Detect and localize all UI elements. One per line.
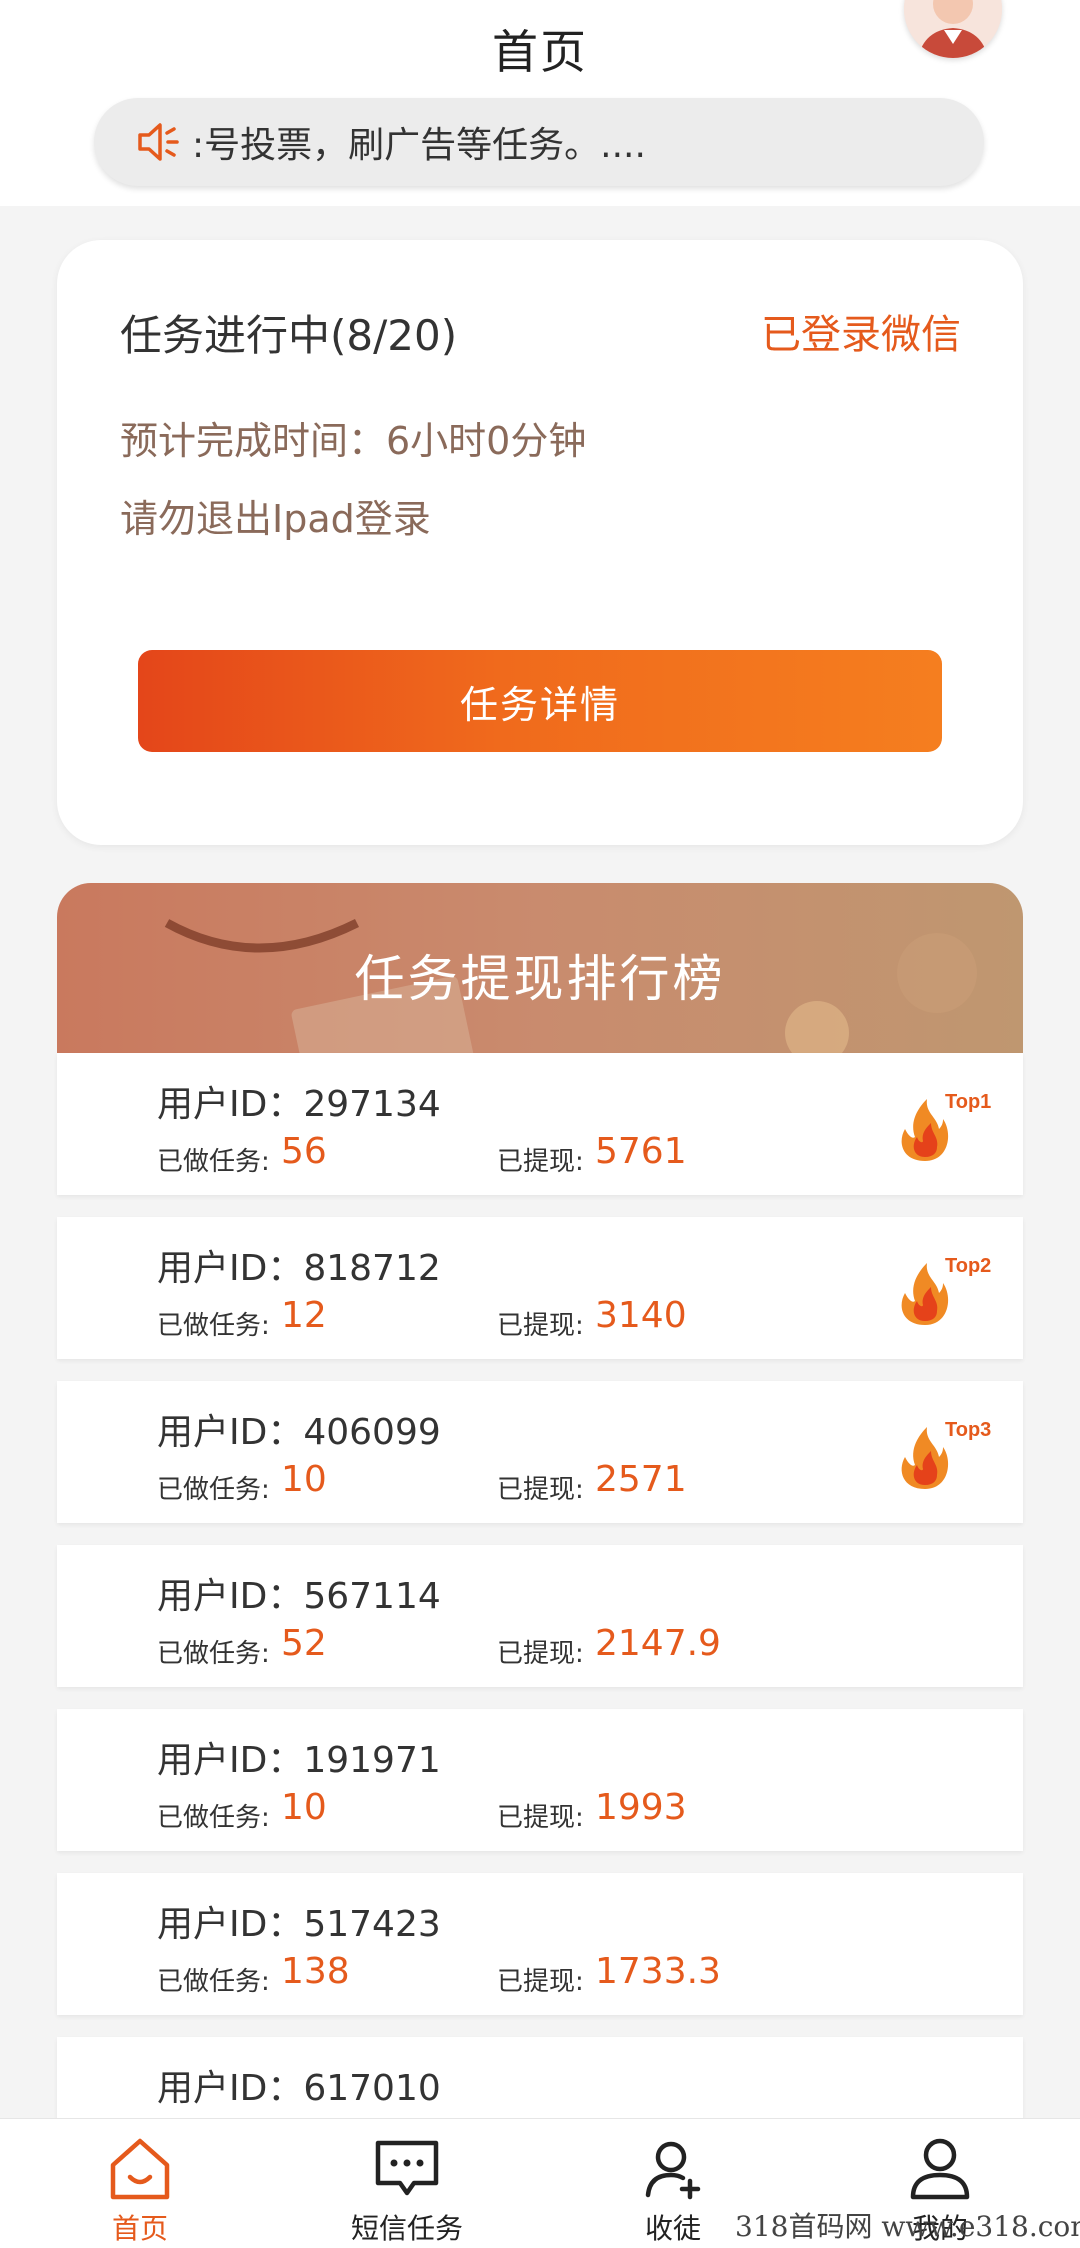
cash-value: 5761: [595, 1131, 687, 1172]
leaderboard-row: 用户ID：567114 已做任务: 52 已提现: 2147.9: [57, 1545, 1023, 1687]
user-id: 用户ID：517423: [157, 1904, 441, 1945]
tasks-label: 已做任务:: [157, 1475, 270, 1505]
tasks-value: 52: [281, 1623, 327, 1664]
user-id: 用户ID：191971: [157, 1740, 441, 1781]
cash-value: 2571: [595, 1459, 687, 1500]
cash-label: 已提现:: [497, 1475, 584, 1505]
task-status: 任务进行中(8/20): [120, 311, 458, 360]
user-id: 用户ID：406099: [157, 1412, 441, 1453]
tasks-label: 已做任务:: [157, 1639, 270, 1669]
tab-sms-tasks[interactable]: 短信任务: [307, 2119, 507, 2248]
cash-label: 已提现:: [497, 1639, 584, 1669]
notice-bar[interactable]: :号投票，刷广告等任务。....: [94, 98, 984, 186]
rank-badge: Top1: [895, 1091, 1005, 1163]
tasks-value: 10: [281, 1459, 327, 1500]
cash-label: 已提现:: [497, 1147, 584, 1177]
leaderboard-row: 用户ID：406099 已做任务: 10 已提现: 2571 Top3: [57, 1381, 1023, 1523]
header: 首页 :号投票，刷广告等任务。....: [0, 0, 1080, 206]
user-id: 用户ID：567114: [157, 1576, 441, 1617]
speaker-icon: [134, 117, 184, 167]
leaderboard-row: 用户ID：191971 已做任务: 10 已提现: 1993: [57, 1709, 1023, 1851]
eta-text: 预计完成时间：6小时0分钟: [120, 419, 587, 463]
cash-value: 3140: [595, 1295, 687, 1336]
wechat-status[interactable]: 已登录微信: [761, 302, 961, 360]
home-icon: [110, 2138, 170, 2200]
tasks-value: 10: [281, 1787, 327, 1828]
watermark: 318首码网 www.e318.com: [735, 2210, 1080, 2243]
message-icon: [375, 2140, 439, 2196]
cash-value: 2147.9: [595, 1623, 721, 1664]
task-card: 任务进行中(8/20) 已登录微信 预计完成时间：6小时0分钟 请勿退出Ipad…: [57, 240, 1023, 845]
cash-value: 1993: [595, 1787, 687, 1828]
leaderboard-row: 用户ID：818712 已做任务: 12 已提现: 3140 Top2: [57, 1217, 1023, 1359]
leaderboard-banner: 任务提现排行榜: [57, 883, 1023, 1053]
leaderboard-row: 用户ID：297134 已做任务: 56 已提现: 5761 Top1: [57, 1053, 1023, 1195]
user-icon: [910, 2138, 970, 2200]
rank-badge: Top3: [895, 1419, 1005, 1491]
tasks-label: 已做任务:: [157, 1803, 270, 1833]
tasks-label: 已做任务:: [157, 1147, 270, 1177]
tasks-label: 已做任务:: [157, 1311, 270, 1341]
ipad-warning: 请勿退出Ipad登录: [120, 497, 431, 541]
leaderboard-title: 任务提现排行榜: [354, 950, 726, 1008]
badge-label: Top2: [945, 1255, 992, 1277]
tab-home[interactable]: 首页: [40, 2119, 240, 2248]
tab-label: 短信任务: [350, 2212, 463, 2245]
tasks-value: 138: [281, 1951, 350, 1992]
cash-label: 已提现:: [497, 1803, 584, 1833]
notice-text: :号投票，刷广告等任务。....: [192, 125, 646, 166]
tasks-value: 56: [281, 1131, 327, 1172]
user-id: 用户ID：818712: [157, 1248, 441, 1289]
user-id: 用户ID：617010: [157, 2068, 441, 2109]
badge-label: Top3: [945, 1419, 992, 1441]
user-id: 用户ID：297134: [157, 1084, 441, 1125]
tasks-value: 12: [281, 1295, 327, 1336]
rank-badge: Top2: [895, 1255, 1005, 1327]
leaderboard-list: 用户ID：297134 已做任务: 56 已提现: 5761 Top1 用户ID…: [57, 1053, 1023, 2201]
cash-label: 已提现:: [497, 1311, 584, 1341]
add-user-icon: [645, 2141, 701, 2200]
leaderboard-row: 用户ID：517423 已做任务: 138 已提现: 1733.3: [57, 1873, 1023, 2015]
cash-value: 1733.3: [595, 1951, 721, 1992]
task-detail-button[interactable]: 任务详情: [138, 650, 942, 752]
tasks-label: 已做任务:: [157, 1967, 270, 1997]
cash-label: 已提现:: [497, 1967, 584, 1997]
badge-label: Top1: [945, 1091, 992, 1113]
tab-label: 首页: [111, 2212, 168, 2245]
